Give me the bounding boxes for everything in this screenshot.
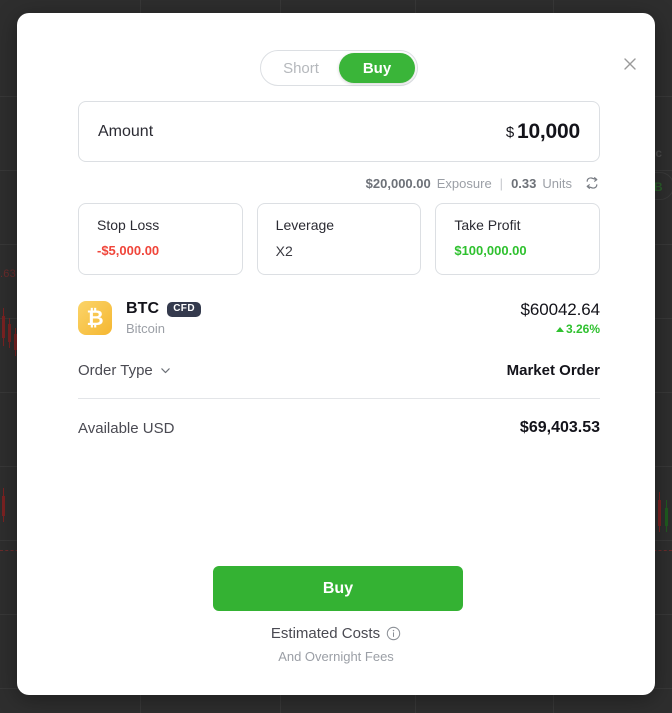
stat-cards-row: Stop Loss -$5,000.00 Leverage X2 Take Pr…: [78, 203, 601, 275]
modal-content: Amount $10,000 $20,000.00 Exposure | 0.3…: [78, 101, 600, 437]
asset-price: $60042.64: [520, 300, 601, 319]
available-balance-value: $69,403.53: [519, 419, 600, 436]
leverage-label: Leverage: [275, 217, 335, 233]
order-type-label: Order Type: [78, 362, 153, 379]
stop-loss-value: -$5,000.00: [97, 243, 160, 258]
take-profit-value: $100,000.00: [454, 243, 527, 258]
backdrop-candle: [2, 316, 5, 338]
exposure-separator: |: [499, 175, 504, 191]
amount-value[interactable]: $10,000: [506, 120, 580, 144]
exposure-amount-label: Exposure: [436, 175, 492, 191]
order-type-left[interactable]: Order Type: [78, 362, 171, 379]
amount-number: 10,000: [516, 119, 580, 143]
backdrop-price-label: .63: [0, 268, 16, 280]
take-profit-card[interactable]: Take Profit $100,000.00: [435, 203, 601, 275]
order-type-value: Market Order: [506, 362, 600, 379]
exposure-row: $20,000.00 Exposure | 0.33 Units: [78, 175, 600, 191]
take-profit-label: Take Profit: [454, 217, 521, 233]
asset-change-value: 3.26%: [565, 322, 600, 336]
cfd-badge: CFD: [167, 301, 201, 317]
amount-input[interactable]: Amount $10,000: [78, 101, 600, 162]
available-balance-label: Available USD: [78, 419, 175, 437]
backdrop-candle: [2, 496, 5, 516]
stop-loss-label: Stop Loss: [97, 217, 160, 233]
exposure-units-label: Units: [542, 175, 572, 191]
section-divider: [78, 398, 600, 399]
estimated-costs-line[interactable]: Estimated Costs: [271, 625, 401, 642]
bitcoin-icon: ₿: [78, 301, 112, 335]
bitcoin-glyph: ₿: [86, 305, 104, 330]
asset-names: BTC CFD Bitcoin: [126, 300, 521, 336]
backdrop-candle: [8, 324, 11, 342]
modal-footer: Estimated Costs And Overnight Fees: [17, 625, 655, 664]
swap-icon[interactable]: [584, 175, 600, 191]
asset-symbol: BTC: [126, 300, 160, 317]
asset-change: 3.26%: [521, 322, 600, 336]
side-toggle-option-short[interactable]: Short: [263, 53, 339, 83]
asset-symbol-line: BTC CFD: [126, 300, 521, 318]
estimated-costs-label: Estimated Costs: [270, 625, 381, 642]
asset-price-block: $60042.64 3.26%: [520, 300, 601, 336]
stop-loss-card[interactable]: Stop Loss -$5,000.00: [78, 203, 243, 275]
leverage-card[interactable]: Leverage X2: [256, 203, 422, 275]
info-icon[interactable]: [386, 626, 401, 641]
backdrop-candle: [665, 508, 668, 526]
amount-currency-symbol: $: [505, 123, 514, 141]
close-icon[interactable]: [617, 51, 643, 77]
triangle-up-icon: [555, 326, 564, 332]
side-toggle[interactable]: Short Buy: [260, 50, 418, 86]
backdrop-candle: [658, 500, 661, 526]
trade-modal: Short Buy Amount $10,000 $20,000.00 Expo…: [17, 13, 655, 695]
exposure-units: 0.33: [511, 175, 537, 191]
amount-label: Amount: [98, 122, 154, 140]
asset-full-name: Bitcoin: [126, 321, 166, 336]
leverage-value: X2: [275, 243, 293, 259]
overnight-fees-label: And Overnight Fees: [278, 649, 394, 664]
chevron-down-icon[interactable]: [160, 365, 171, 376]
asset-row[interactable]: ₿ BTC CFD Bitcoin $60042.64 3.26%: [78, 300, 600, 336]
buy-button[interactable]: Buy: [213, 566, 463, 611]
exposure-amount: $20,000.00: [365, 175, 431, 191]
order-type-row[interactable]: Order Type Market Order: [78, 362, 600, 379]
side-toggle-option-buy[interactable]: Buy: [339, 53, 415, 83]
available-balance-row: Available USD $69,403.53: [78, 419, 600, 437]
